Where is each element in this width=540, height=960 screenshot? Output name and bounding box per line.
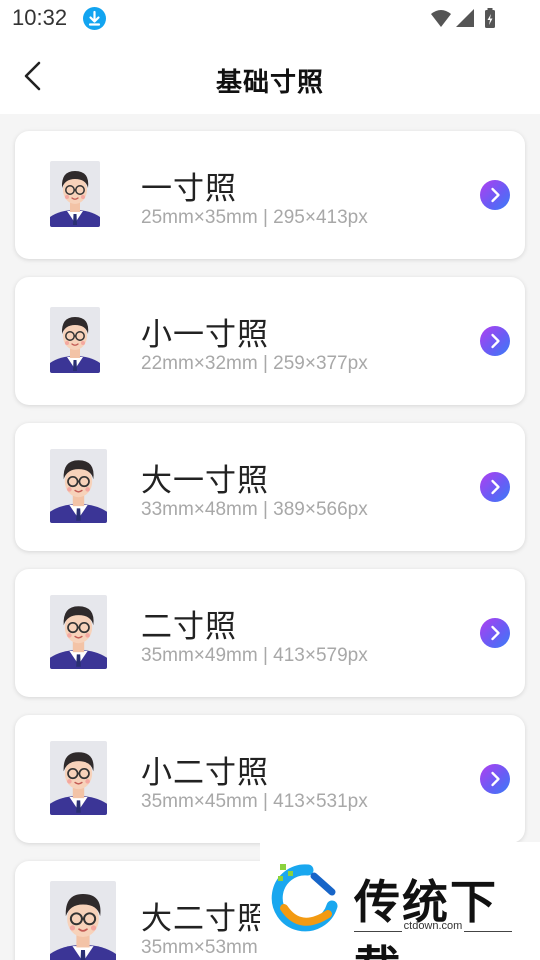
chevron-right-icon: [491, 771, 500, 787]
watermark-divider: [464, 931, 512, 932]
item-name: 大二寸照: [141, 901, 269, 937]
avatar: [50, 595, 107, 669]
avatar: [50, 881, 116, 960]
item-arrow-button[interactable]: [480, 180, 510, 210]
avatar: [50, 741, 107, 815]
avatar: [50, 307, 100, 373]
item-arrow-button[interactable]: [480, 326, 510, 356]
item-name: 小二寸照: [141, 755, 269, 791]
download-icon: [83, 7, 106, 30]
item-spec: 25mm×35mm | 295×413px: [141, 207, 368, 228]
watermark: 传统下载 ctdown.com: [260, 842, 540, 960]
item-spec: 35mm×49mm | 413×579px: [141, 645, 368, 666]
status-bar: 10:32: [0, 0, 540, 38]
item-arrow-button[interactable]: [480, 618, 510, 648]
item-arrow-button[interactable]: [480, 764, 510, 794]
item-name: 一寸照: [141, 171, 237, 207]
list-item[interactable]: 大一寸照 33mm×48mm | 389×566px: [15, 423, 525, 551]
status-icons: [430, 8, 500, 34]
list-item[interactable]: 小二寸照 35mm×45mm | 413×531px: [15, 715, 525, 843]
chevron-right-icon: [491, 479, 500, 495]
item-spec: 35mm×53mm: [141, 937, 258, 958]
list-item[interactable]: 一寸照 25mm×35mm | 295×413px: [15, 131, 525, 259]
item-name: 二寸照: [141, 609, 237, 645]
item-spec: 22mm×32mm | 259×377px: [141, 353, 368, 374]
battery-icon: [485, 8, 495, 28]
chevron-right-icon: [491, 187, 500, 203]
status-time: 10:32: [12, 5, 68, 30]
signal-icon: [456, 9, 474, 27]
watermark-text: 传统下载: [354, 875, 498, 960]
item-spec: 35mm×45mm | 413×531px: [141, 791, 368, 812]
chevron-right-icon: [491, 625, 500, 641]
item-spec: 33mm×48mm | 389×566px: [141, 499, 368, 520]
item-arrow-button[interactable]: [480, 472, 510, 502]
item-name: 大一寸照: [141, 463, 269, 499]
list-item[interactable]: 小一寸照 22mm×32mm | 259×377px: [15, 277, 525, 405]
app-bar: 基础寸照: [0, 38, 540, 114]
chevron-right-icon: [491, 333, 500, 349]
item-name: 小一寸照: [141, 317, 269, 353]
avatar: [50, 449, 107, 523]
watermark-logo: [271, 864, 338, 932]
avatar: [50, 161, 100, 227]
wifi-icon: [431, 10, 451, 27]
page-title: 基础寸照: [215, 68, 324, 98]
list-item[interactable]: 二寸照 35mm×49mm | 413×579px: [15, 569, 525, 697]
